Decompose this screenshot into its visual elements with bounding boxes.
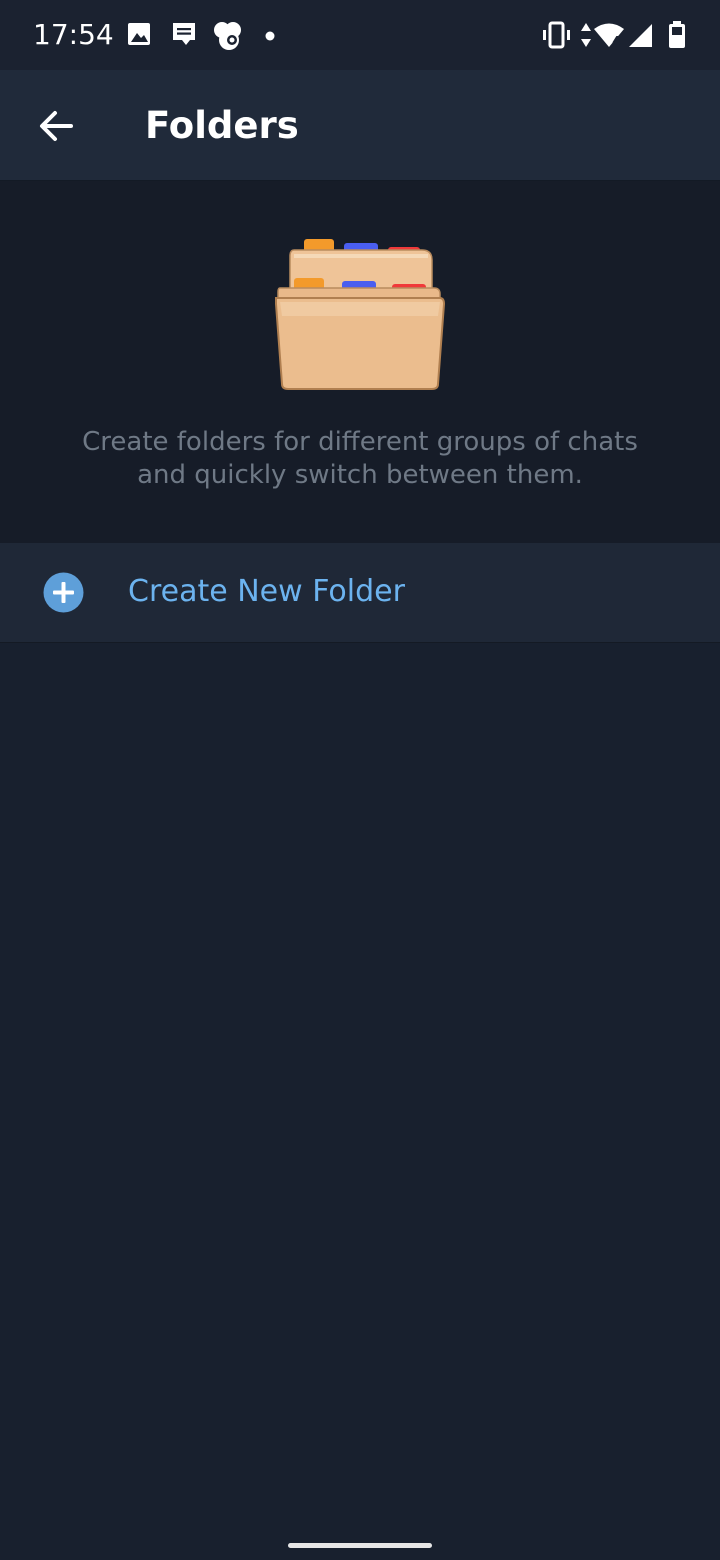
page-title: Folders — [145, 104, 299, 147]
back-button[interactable] — [28, 100, 84, 152]
dot-icon — [265, 31, 275, 41]
wifi-icon: 4 — [594, 23, 624, 50]
data-arrows-icon — [581, 23, 591, 47]
plus-circle-icon — [43, 572, 84, 613]
vibrate-icon — [543, 21, 570, 49]
battery-icon — [669, 21, 685, 48]
folders-hero: Create folders for different groups of c… — [0, 181, 720, 543]
back-arrow-icon — [40, 111, 73, 141]
create-new-folder-button[interactable]: Create New Folder — [0, 543, 720, 643]
create-new-folder-label: Create New Folder — [128, 574, 405, 609]
app-toolbar: Folders — [0, 70, 720, 181]
home-indicator[interactable] — [288, 1543, 432, 1548]
recording-icon — [214, 22, 241, 50]
folders-illustration — [275, 239, 446, 390]
folders-description: Create folders for different groups of c… — [82, 427, 638, 490]
image-icon — [128, 23, 150, 45]
status-left-icons — [128, 22, 275, 50]
cell-signal-icon — [629, 24, 652, 47]
svg-text:4: 4 — [612, 35, 621, 50]
status-time: 17:54 — [33, 18, 114, 51]
status-bar: 17:54 4 — [0, 0, 720, 70]
message-icon — [173, 23, 195, 45]
status-right-icons: 4 — [543, 21, 685, 50]
